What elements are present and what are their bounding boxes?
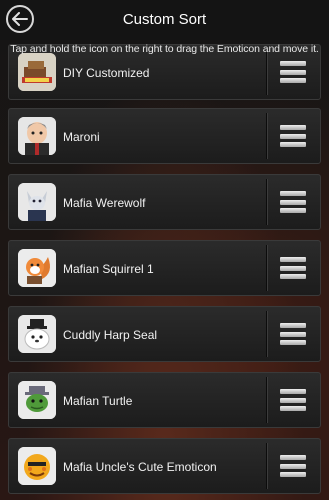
divider <box>266 377 267 423</box>
list-item[interactable]: Mafian Turtle <box>8 372 321 428</box>
emoticon-sort-list: DIY Customized Maroni Mafia Werewolf Maf… <box>0 0 329 500</box>
divider <box>266 113 267 159</box>
list-item-label: Mafia Werewolf <box>63 196 146 210</box>
drag-handle-icon[interactable] <box>280 389 306 411</box>
list-item-label: Cuddly Harp Seal <box>63 328 158 342</box>
drag-handle-icon[interactable] <box>280 323 306 345</box>
drag-handle-icon[interactable] <box>280 191 306 213</box>
list-item[interactable]: Mafia Uncle's Cute Emoticon <box>8 438 321 494</box>
mafian-squirrel-emoticon-icon <box>18 249 56 287</box>
divider <box>266 179 267 225</box>
mafia-werewolf-emoticon-icon <box>18 183 56 221</box>
instruction-text: Tap and hold the icon on the right to dr… <box>10 43 319 55</box>
drag-handle-icon[interactable] <box>280 125 306 147</box>
list-item-label: Maroni <box>63 130 100 144</box>
maroni-emoticon-icon <box>18 117 56 155</box>
list-item-label: Mafia Uncle's Cute Emoticon <box>63 460 217 474</box>
header-bar: Custom Sort <box>0 0 329 40</box>
drag-handle-icon[interactable] <box>280 455 306 477</box>
list-item[interactable]: Maroni <box>8 108 321 164</box>
list-item-label: Mafian Squirrel 1 <box>63 262 154 276</box>
mafia-uncle-emoticon-icon <box>18 447 56 485</box>
drag-handle-icon[interactable] <box>280 257 306 279</box>
list-item-label: Mafian Turtle <box>63 394 133 408</box>
diy-customized-emoticon-icon <box>18 53 56 91</box>
divider <box>266 245 267 291</box>
list-item[interactable]: Cuddly Harp Seal <box>8 306 321 362</box>
list-item[interactable]: Mafian Squirrel 1 <box>8 240 321 296</box>
page-title: Custom Sort <box>122 11 207 28</box>
mafian-turtle-emoticon-icon <box>18 381 56 419</box>
drag-handle-icon[interactable] <box>280 61 306 83</box>
divider <box>266 49 267 95</box>
divider <box>266 311 267 357</box>
cuddly-harp-seal-emoticon-icon <box>18 315 56 353</box>
divider <box>266 443 267 489</box>
list-item[interactable]: Mafia Werewolf <box>8 174 321 230</box>
